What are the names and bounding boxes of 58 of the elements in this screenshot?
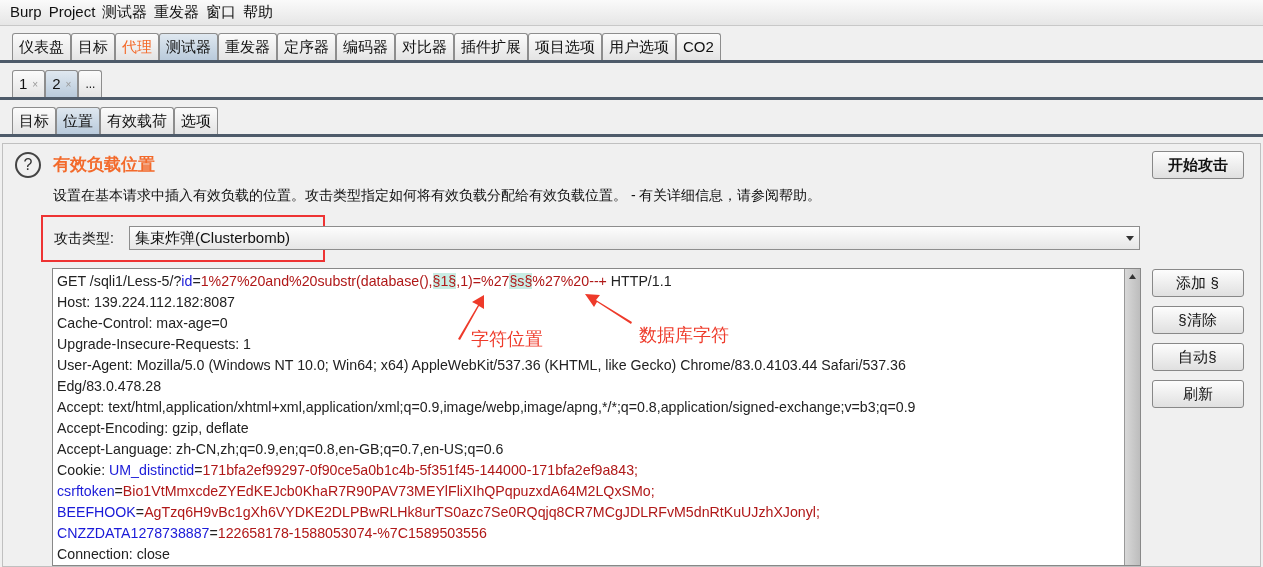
tab[interactable]: ... (78, 70, 103, 97)
request-line: Cookie: UM_distinctid=171bfa2ef99297-0f90ce5a0b1c4b-5f351f45-144000-171bfa2ef9a843; (57, 461, 638, 480)
tab-label: ... (85, 76, 96, 93)
tab[interactable]: 插件扩展 (454, 33, 528, 60)
tab[interactable]: 目标 (71, 33, 115, 60)
request-line: Accept: text/html,application/xhtml+xml,application/xml;q=0.9,image/webp,image/apng,*/*;q=0.8,application/signed-exchange;v=b3;q=0.9 (57, 398, 916, 417)
menu-item[interactable]: 帮助 (243, 1, 274, 24)
request-line: Host: 139.224.112.182:8087 (57, 293, 235, 312)
dropdown-arrow-icon (1126, 235, 1134, 241)
tab-label: 2 (52, 73, 61, 94)
request-line: Edg/83.0.478.28 (57, 377, 162, 396)
tab-label: 1 (19, 73, 28, 94)
scroll-up-icon[interactable] (1129, 274, 1136, 279)
request-line: CNZZDATA1278738887=122658178-1588053074-%7C1589503556 (57, 524, 487, 543)
tab[interactable]: CO2 (676, 33, 721, 60)
section-description: 设置在基本请求中插入有效负载的位置。攻击类型指定如何将有效负载分配给有效负载位置。 - 有关详细信息，请参阅帮助。 (52, 186, 823, 205)
position-button[interactable]: 刷新 (1151, 380, 1244, 408)
request-line: Connection: close (57, 545, 170, 564)
menu-item[interactable]: Project (48, 1, 96, 24)
annotation-label: 字符位置 (471, 328, 543, 351)
request-line: Upgrade-Insecure-Requests: 1 (57, 335, 251, 354)
menu-item[interactable]: 测试器 (102, 1, 148, 24)
tab[interactable]: 编码器 (336, 33, 395, 60)
request-line: Cache-Control: max-age=0 (57, 314, 228, 333)
menu-item[interactable]: 窗口 (206, 1, 237, 24)
section-title: 有效负载位置 (53, 153, 155, 177)
request-line: Accept-Encoding: gzip, deflate (57, 419, 249, 438)
tab[interactable]: 用户选项 (602, 33, 676, 60)
help-icon[interactable]: ? (15, 152, 41, 178)
request-line: csrftoken=Bio1VtMmxcdeZYEdKEJcb0KhaR7R90PAV73MEYlFliXIhQPqpuzxdA64M2LQxSMo; (57, 482, 655, 501)
arrow-icon (585, 294, 633, 326)
request-line: User-Agent: Mozilla/5.0 (Windows NT 10.0; Win64; x64) AppleWebKit/537.36 (KHTML, like Gecko) Chrome/83.0.4103.44 Safari/537.36 (57, 356, 906, 375)
tab[interactable]: 1 × (12, 70, 46, 97)
menu-item[interactable]: 重发器 (154, 1, 200, 24)
request-line: GET /sqli1/Less-5/?id=1%27%20and%20substr(database(),§1§,1)=%27§s§%27%20--+ HTTP/1.1 (57, 272, 672, 291)
start-attack-button[interactable]: 开始攻击 (1151, 151, 1244, 179)
annotation-label: 数据库字符 (639, 324, 729, 347)
tab[interactable]: 目标 (12, 107, 56, 134)
menu-item[interactable]: Burp (10, 1, 42, 24)
attack-type-dropdown[interactable]: 集束炸弹(Clusterbomb) (129, 226, 1140, 250)
tab[interactable]: 仪表盘 (12, 33, 71, 60)
tab[interactable]: 位置 (56, 107, 100, 134)
tab[interactable]: 定序器 (277, 33, 336, 60)
tab[interactable]: 2 × (45, 70, 79, 97)
tab[interactable]: 项目选项 (528, 33, 602, 60)
tab[interactable]: 有效载荷 (100, 107, 174, 134)
attack-type-label: 攻击类型: (54, 229, 114, 248)
request-line: Accept-Language: zh-CN,zh;q=0.9,en;q=0.8,en-GB;q=0.7,en-US;q=0.6 (57, 440, 504, 459)
tab[interactable]: 测试器 (159, 33, 218, 60)
request-editor[interactable] (52, 268, 1141, 566)
position-button[interactable]: §清除 (1151, 306, 1244, 334)
scrollbar[interactable] (1124, 269, 1140, 565)
position-button[interactable]: 自动§ (1151, 343, 1244, 371)
tab[interactable]: 对比器 (395, 33, 454, 60)
position-button[interactable]: 添加 § (1151, 269, 1244, 297)
tab[interactable]: 重发器 (218, 33, 277, 60)
request-line: BEEFHOOK=AgTzq6H9vBc1gXh6VYDKE2DLPBwRLHk8urTS0azc7Se0RQqjq8CR7MCgJDLRFvM5dnRtKuUJzhXJonyl; (57, 503, 820, 522)
tab[interactable]: 选项 (174, 107, 218, 134)
